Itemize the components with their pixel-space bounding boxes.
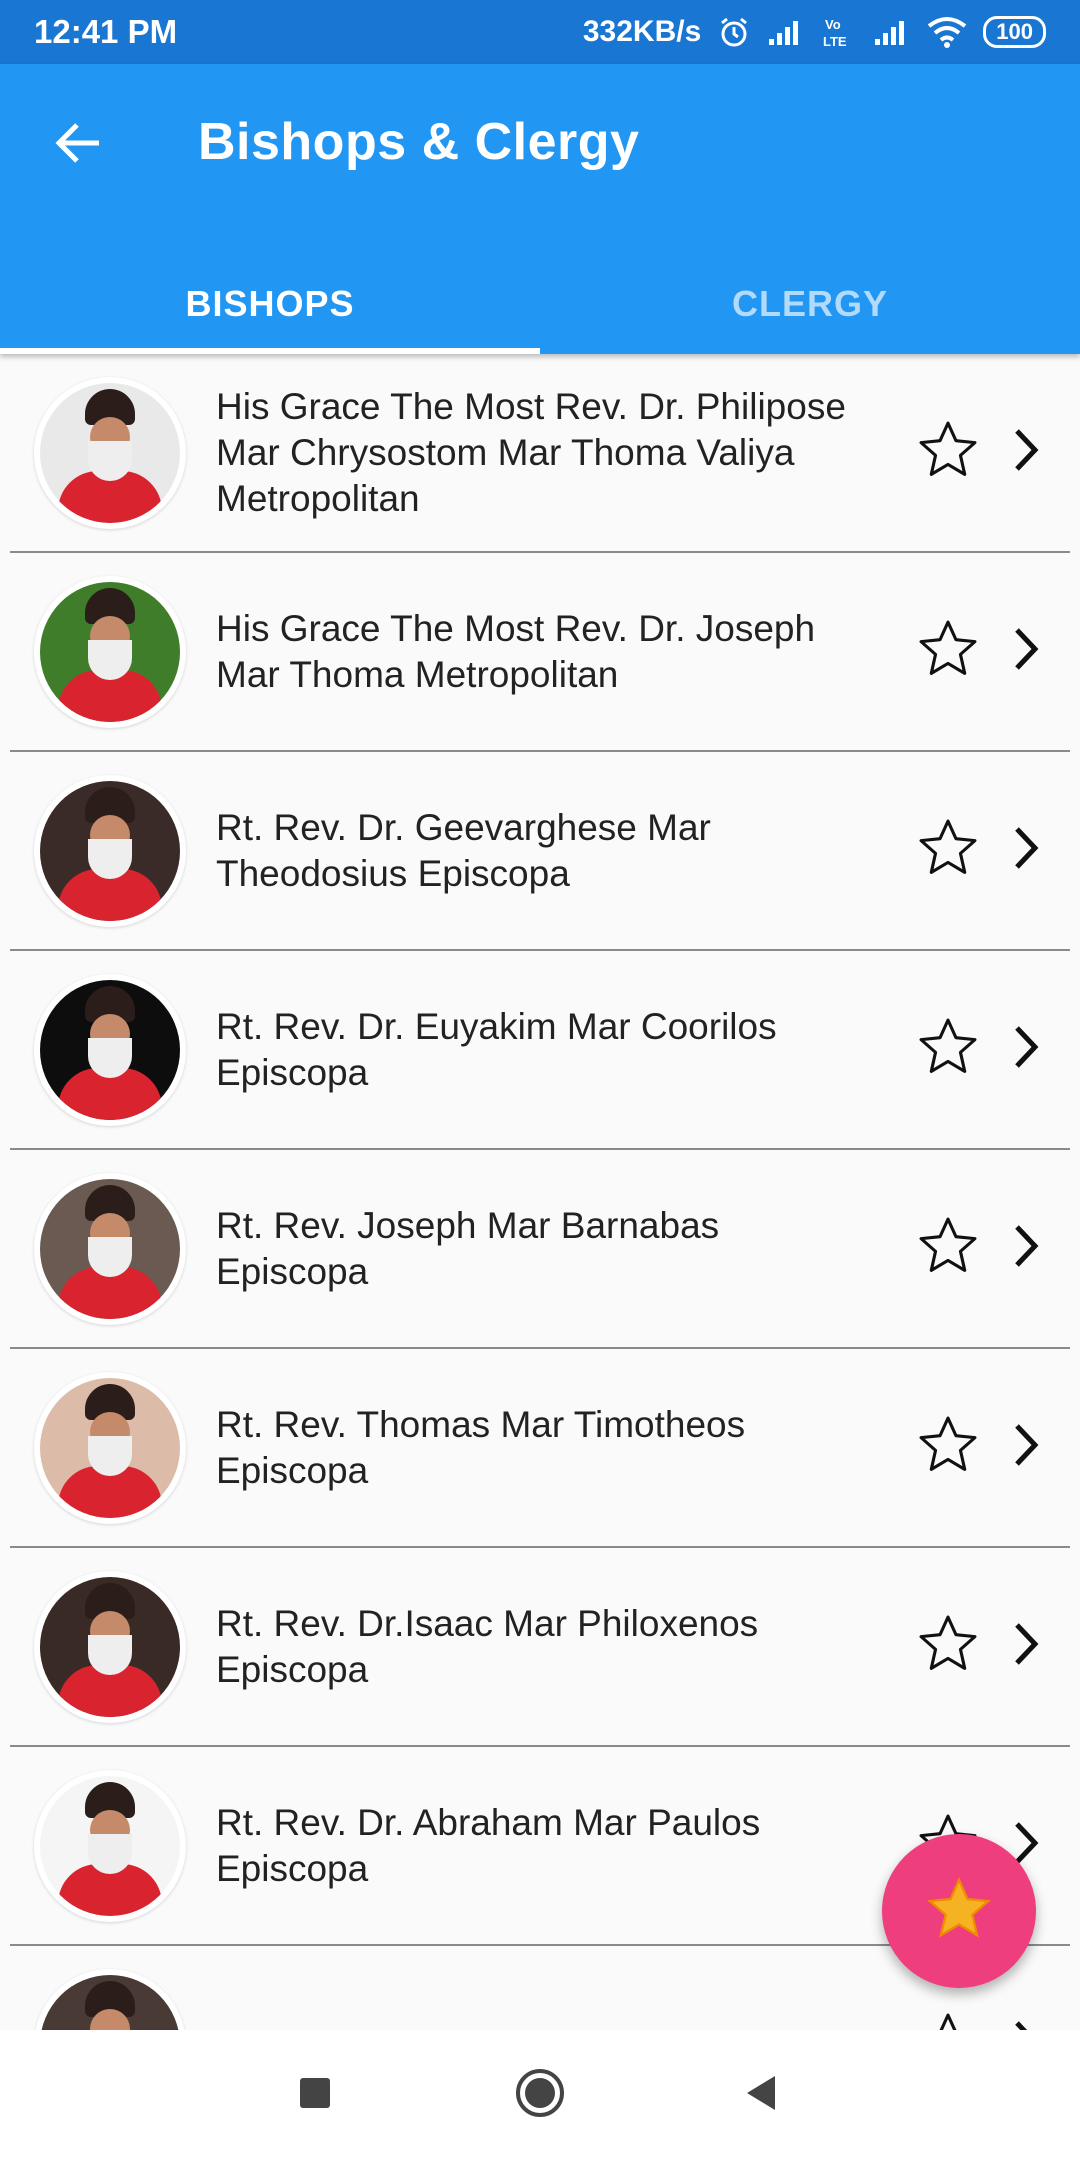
open-details-button[interactable] [1004, 1617, 1048, 1677]
star-outline-icon [914, 2008, 982, 2030]
favorite-button[interactable] [912, 2008, 984, 2030]
bishop-list-item[interactable]: Rt. Rev. Joseph Mar Barnabas Episcopa [10, 1150, 1070, 1349]
favorites-fab[interactable] [882, 1834, 1036, 1988]
network-speed: 332KB/s [582, 15, 702, 48]
page-title: Bishops & Clergy [198, 113, 640, 171]
avatar-photo [40, 382, 180, 523]
favorite-button[interactable] [912, 1213, 984, 1285]
favorite-button[interactable] [912, 815, 984, 887]
avatar-photo [40, 1178, 180, 1319]
chevron-right-icon [1011, 825, 1041, 876]
avatar-photo [40, 1974, 180, 2030]
avatar [34, 1968, 186, 2030]
chevron-right-icon [1011, 1422, 1041, 1473]
bishop-list-item[interactable]: Rt. Rev. Dr.Isaac Mar Philoxenos Episcop… [10, 1548, 1070, 1747]
bishop-name: Rt. Rev. Dr. Geevarghese Mar Theodosius … [216, 806, 711, 894]
wifi-icon [927, 16, 967, 48]
avatar-photo [40, 780, 180, 921]
home-button[interactable] [505, 2060, 575, 2130]
avatar-photo [40, 1775, 180, 1916]
volte-icon: Vo LTE [821, 15, 857, 49]
avatar-photo [40, 1377, 180, 1518]
avatar [34, 376, 186, 529]
avatar [34, 1769, 186, 1922]
signal-icon-2 [873, 17, 911, 47]
bishop-name: Rt. Rev. Dr. Abraham Mar Paulos Episcopa [216, 1801, 761, 1889]
bishop-name: Rt. Rev. Dr. Euyakim Mar Coorilos Episco… [216, 1005, 777, 1093]
star-filled-icon [924, 1874, 994, 1949]
favorite-button[interactable] [912, 1014, 984, 1086]
tab-clergy[interactable]: CLERGY [540, 254, 1080, 354]
alarm-icon [717, 15, 751, 49]
avatar-photo [40, 581, 180, 722]
recent-apps-button[interactable] [280, 2060, 350, 2130]
system-nav-bar [0, 2030, 1080, 2160]
circle-icon [514, 2067, 566, 2124]
favorite-button[interactable] [912, 417, 984, 489]
open-details-button[interactable] [1004, 423, 1048, 483]
star-outline-icon [914, 814, 982, 887]
avatar [34, 774, 186, 927]
bishop-list-item[interactable]: Rt. Rev. Thomas Mar Timotheos Episcopa [10, 1349, 1070, 1548]
favorite-button[interactable] [912, 1412, 984, 1484]
svg-text:Vo: Vo [825, 17, 841, 32]
svg-text:LTE: LTE [823, 34, 847, 49]
chevron-right-icon [1011, 626, 1041, 677]
bishop-list-item[interactable]: His Grace The Most Rev. Dr. Joseph Mar T… [10, 553, 1070, 752]
star-outline-icon [914, 1610, 982, 1683]
bishop-name: Rt. Rev. Thomas Mar Timotheos Episcopa [216, 1403, 746, 1491]
avatar [34, 1570, 186, 1723]
tab-bar: BISHOPS CLERGY [0, 254, 1080, 354]
avatar [34, 1172, 186, 1325]
star-outline-icon [914, 416, 982, 489]
battery-indicator: 100 [983, 16, 1046, 48]
triangle-back-icon [743, 2074, 777, 2117]
chevron-right-icon [1011, 1223, 1041, 1274]
signal-icon [767, 17, 805, 47]
chevron-right-icon [1011, 1024, 1041, 1075]
chevron-right-icon [1011, 2019, 1041, 2030]
star-outline-icon [914, 1212, 982, 1285]
tab-bishops[interactable]: BISHOPS [0, 254, 540, 354]
bishop-list-item[interactable]: His Grace The Most Rev. Dr. Philipose Ma… [10, 354, 1070, 553]
star-outline-icon [914, 1411, 982, 1484]
open-details-button[interactable] [1004, 2015, 1048, 2030]
open-details-button[interactable] [1004, 622, 1048, 682]
back-button[interactable] [40, 108, 114, 182]
bishop-list-item[interactable]: Rt. Rev. Dr. Euyakim Mar Coorilos Episco… [10, 951, 1070, 1150]
back-nav-button[interactable] [725, 2060, 795, 2130]
bishop-name: His Grace The Most Rev. Dr. Philipose Ma… [216, 385, 846, 519]
avatar [34, 575, 186, 728]
battery-level: 100 [996, 19, 1033, 44]
status-time: 12:41 PM [34, 13, 178, 50]
star-outline-icon [914, 615, 982, 688]
bishop-name: His Grace The Most Rev. Dr. Joseph Mar T… [216, 607, 816, 695]
chevron-right-icon [1011, 427, 1041, 478]
arrow-left-icon [53, 121, 101, 170]
avatar-photo [40, 1576, 180, 1717]
favorite-button[interactable] [912, 1611, 984, 1683]
square-icon [298, 2076, 332, 2115]
bishop-name: Rt. Rev. Dr. Mathews Mar Makarios [216, 2022, 876, 2031]
favorite-button[interactable] [912, 616, 984, 688]
avatar [34, 973, 186, 1126]
status-icons: 332KB/s Vo LTE 100 [583, 15, 1046, 49]
open-details-button[interactable] [1004, 821, 1048, 881]
status-bar: 12:41 PM 332KB/s Vo LTE 100 [0, 0, 1080, 64]
star-outline-icon [914, 1013, 982, 1086]
open-details-button[interactable] [1004, 1020, 1048, 1080]
app-bar: Bishops & Clergy BISHOPS CLERGY [0, 64, 1080, 354]
open-details-button[interactable] [1004, 1219, 1048, 1279]
bishop-name: Rt. Rev. Joseph Mar Barnabas Episcopa [216, 1204, 720, 1292]
bishops-list: His Grace The Most Rev. Dr. Philipose Ma… [0, 354, 1080, 2030]
bishop-name: Rt. Rev. Dr.Isaac Mar Philoxenos Episcop… [216, 1602, 759, 1690]
chevron-right-icon [1011, 1621, 1041, 1672]
open-details-button[interactable] [1004, 1418, 1048, 1478]
bishop-list-item[interactable]: Rt. Rev. Dr. Geevarghese Mar Theodosius … [10, 752, 1070, 951]
avatar-photo [40, 979, 180, 1120]
avatar [34, 1371, 186, 1524]
